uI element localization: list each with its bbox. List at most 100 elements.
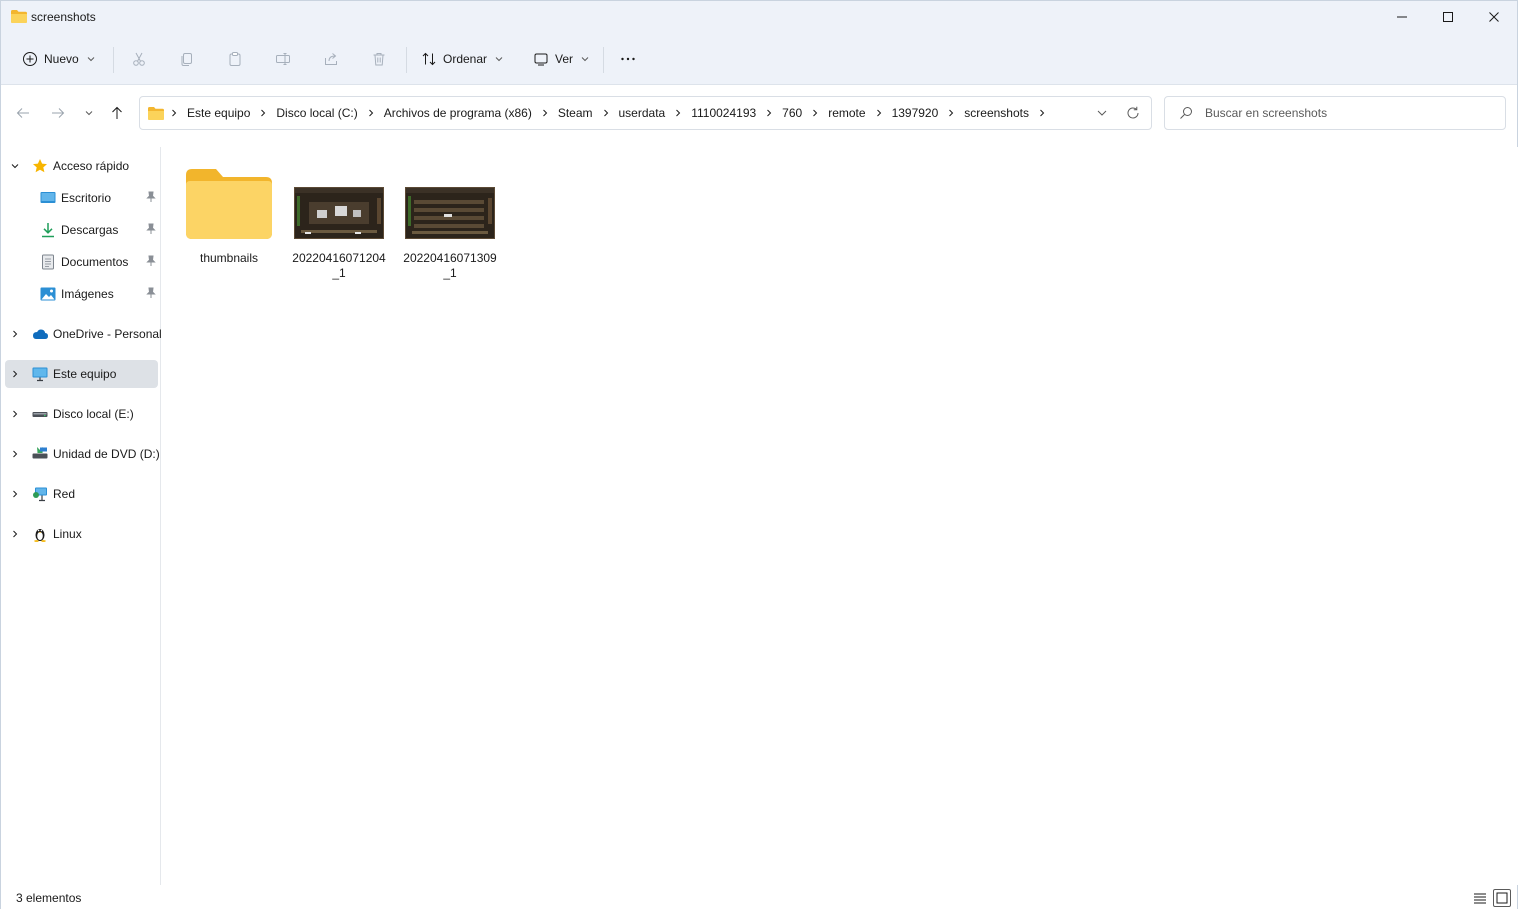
new-button-label: Nuevo [44, 52, 79, 66]
star-icon [33, 159, 47, 173]
title-bar[interactable]: screenshots [1, 1, 1517, 33]
up-button[interactable] [105, 99, 129, 127]
sidebar-item-quick-access[interactable]: Acceso rápido [5, 152, 158, 180]
explorer-window: screenshots Nuevo Ordenar Ver Este equip… [0, 0, 1518, 909]
sidebar-item-dvd-drive[interactable]: Unidad de DVD (D:) [5, 440, 160, 468]
window-title: screenshots [31, 10, 96, 24]
sidebar-item-this-pc[interactable]: Este equipo [5, 360, 158, 388]
maximize-button[interactable] [1425, 1, 1471, 33]
sidebar-item-onedrive[interactable]: OneDrive - Personal [5, 320, 162, 348]
details-view-button[interactable] [1471, 889, 1489, 907]
sidebar-item-label: Red [53, 487, 76, 501]
file-item-folder[interactable]: thumbnails [181, 157, 277, 266]
refresh-icon[interactable] [1125, 105, 1141, 121]
chevron-right-icon[interactable] [11, 370, 19, 378]
sidebar-item-label: Unidad de DVD (D:) [53, 447, 160, 461]
chevron-right-icon[interactable] [947, 109, 955, 117]
folder-icon [186, 169, 272, 239]
breadcrumb-item[interactable]: Este equipo [187, 106, 250, 120]
download-icon [42, 223, 54, 238]
chevron-right-icon[interactable] [367, 109, 375, 117]
sort-button[interactable]: Ordenar [415, 45, 509, 73]
sidebar-item-network[interactable]: Red [5, 480, 158, 508]
chevron-down-icon [85, 111, 93, 116]
breadcrumb-item[interactable]: 1397920 [892, 106, 939, 120]
game-screenshot-icon [406, 188, 494, 238]
file-name: thumbnails [199, 251, 259, 265]
sidebar-item-documents[interactable]: Documentos [5, 248, 158, 276]
new-button[interactable]: Nuevo [16, 45, 101, 73]
minimize-button[interactable] [1379, 1, 1425, 33]
chevron-right-icon[interactable] [11, 490, 19, 498]
search-box[interactable] [1164, 96, 1506, 130]
recent-locations-button[interactable] [77, 99, 101, 127]
plus-circle-icon [23, 52, 37, 66]
breadcrumb-item[interactable]: 760 [782, 106, 802, 120]
cut-button[interactable] [127, 47, 151, 71]
sidebar-item-downloads[interactable]: Descargas [5, 216, 158, 244]
folder-icon [148, 106, 164, 120]
view-button[interactable]: Ver [527, 45, 595, 73]
more-options-button[interactable] [616, 47, 640, 71]
paste-button[interactable] [223, 47, 247, 71]
sidebar-item-label: Escritorio [61, 191, 112, 205]
forward-button[interactable] [46, 99, 70, 127]
sidebar-item-label: Acceso rápido [53, 159, 130, 173]
chevron-right-icon[interactable] [11, 530, 19, 538]
close-icon [1489, 12, 1499, 22]
file-thumbnail [402, 157, 498, 239]
chevron-right-icon[interactable] [541, 109, 549, 117]
breadcrumb-item[interactable]: Disco local (C:) [276, 106, 357, 120]
chevron-down-icon [581, 57, 589, 62]
sidebar-item-linux[interactable]: Linux [5, 520, 158, 548]
game-screenshot-icon [295, 188, 383, 238]
thumbnail-view-button[interactable] [1493, 889, 1511, 907]
delete-button[interactable] [367, 47, 391, 71]
chevron-right-icon[interactable] [674, 109, 682, 117]
desktop-icon [40, 192, 56, 203]
address-bar[interactable]: Este equipo Disco local (C:) Archivos de… [139, 96, 1152, 130]
chevron-right-icon[interactable] [602, 109, 610, 117]
chevron-right-icon[interactable] [11, 450, 19, 458]
chevron-right-icon[interactable] [811, 109, 819, 117]
sidebar-item-label: Imágenes [61, 287, 114, 301]
breadcrumb-item[interactable]: 1110024193 [691, 106, 756, 120]
command-bar: Nuevo Ordenar Ver [1, 33, 1517, 85]
sidebar-item-desktop[interactable]: Escritorio [5, 184, 158, 212]
chevron-down-icon[interactable] [11, 162, 19, 170]
breadcrumb-item[interactable]: remote [828, 106, 865, 120]
share-icon [325, 53, 337, 65]
file-item-image[interactable]: 20220416071309_1 [402, 157, 498, 281]
file-thumbnail [181, 157, 277, 239]
breadcrumb-item[interactable]: Archivos de programa (x86) [384, 106, 532, 120]
chevron-right-icon[interactable] [1038, 109, 1046, 117]
pin-icon [146, 223, 156, 234]
chevron-right-icon[interactable] [259, 109, 267, 117]
chevron-right-icon[interactable] [11, 330, 19, 338]
chevron-down-icon [87, 57, 95, 62]
picture-icon [40, 287, 56, 301]
cloud-icon [33, 329, 48, 339]
chevron-down-icon[interactable] [1095, 106, 1109, 120]
copy-button[interactable] [175, 47, 199, 71]
breadcrumb-item[interactable]: userdata [619, 106, 666, 120]
sidebar-item-label: Linux [53, 527, 82, 541]
share-button[interactable] [319, 47, 343, 71]
toolbar-separator [603, 47, 604, 73]
file-item-image[interactable]: 20220416071204_1 [291, 157, 387, 281]
sidebar-item-pictures[interactable]: Imágenes [5, 280, 158, 308]
arrow-right-icon [52, 108, 65, 118]
close-button[interactable] [1471, 1, 1517, 33]
sort-icon [422, 52, 436, 66]
chevron-right-icon[interactable] [11, 410, 19, 418]
chevron-right-icon[interactable] [765, 109, 773, 117]
search-input[interactable] [1205, 106, 1485, 120]
rename-button[interactable] [271, 47, 295, 71]
breadcrumb-item[interactable]: Steam [558, 106, 593, 120]
back-button[interactable] [11, 99, 35, 127]
chevron-right-icon[interactable] [875, 109, 883, 117]
sidebar-item-local-disk-e[interactable]: Disco local (E:) [5, 400, 158, 428]
sidebar-item-label: Documentos [61, 255, 129, 269]
breadcrumb-item[interactable]: screenshots [964, 106, 1029, 120]
pin-icon [146, 255, 156, 266]
